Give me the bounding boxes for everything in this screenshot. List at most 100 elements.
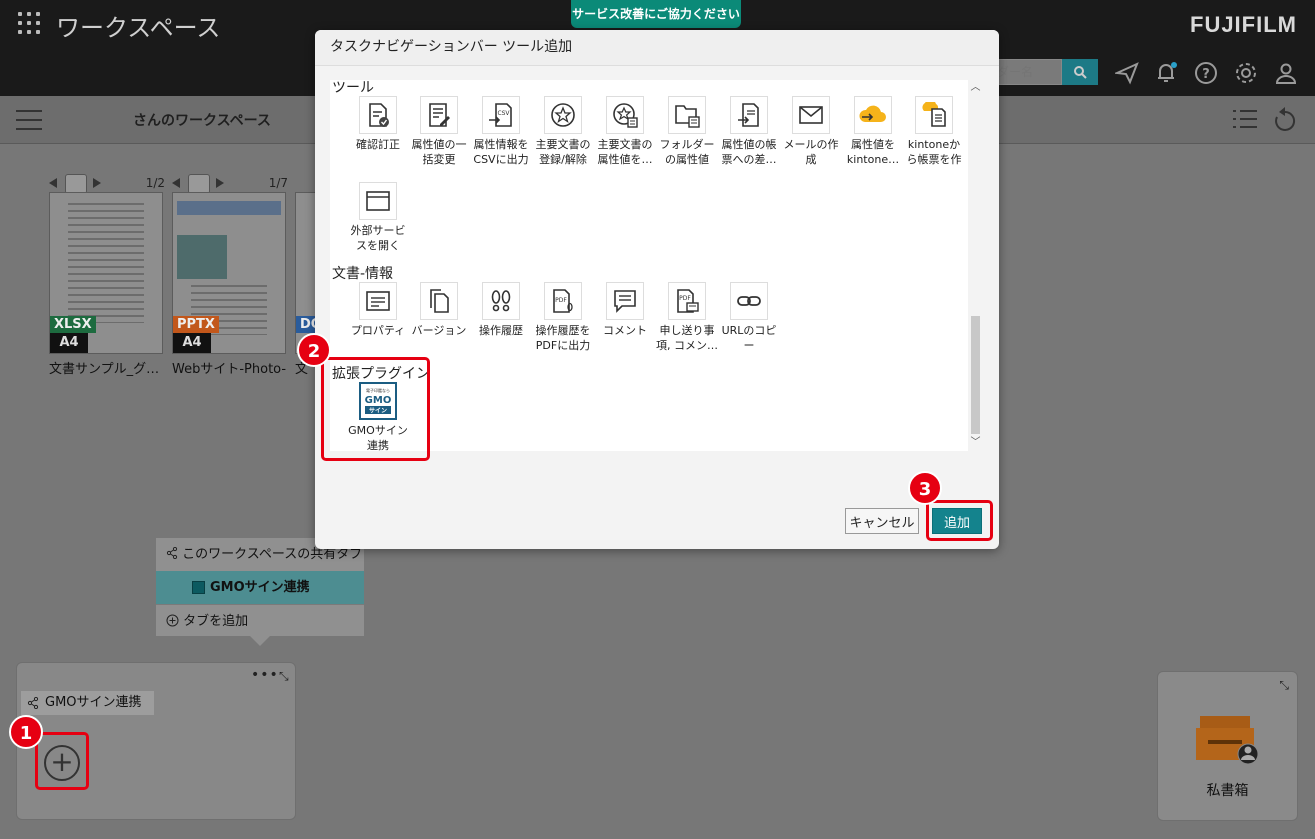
prev-page-icon[interactable] <box>49 178 57 188</box>
search-input[interactable] <box>991 60 1061 84</box>
share-icon <box>27 697 39 709</box>
document-name: 文書サンプル_グ… <box>49 362 160 377</box>
add-tab-button[interactable]: タブを追加 <box>156 604 364 637</box>
plus-circle-icon <box>166 614 179 627</box>
tray-tab[interactable]: GMOサイン連携 <box>21 691 154 715</box>
highlight-add-tool <box>35 732 89 790</box>
checkbox-icon[interactable] <box>192 581 205 594</box>
kintone-cloud-icon <box>859 105 886 122</box>
bell-icon[interactable] <box>1153 60 1179 86</box>
tool-item[interactable]: PDF 操作履歴をPDFに出力 <box>532 282 594 353</box>
svg-text:PDF: PDF <box>555 297 567 304</box>
star-doc-icon <box>613 103 638 128</box>
send-icon[interactable] <box>1114 60 1140 86</box>
tool-item[interactable]: 主要文書の属性値を… <box>594 96 656 167</box>
app-title: ワークスペース <box>56 14 221 42</box>
svg-text:CSV: CSV <box>497 110 510 117</box>
tool-list-scrollbar[interactable]: ︿ ﹀ <box>968 80 983 451</box>
cancel-button[interactable]: キャンセル <box>845 508 919 534</box>
shared-tabs-popup: このワークスペースの共有タブ GMOサイン連携 タブを追加 <box>155 537 365 646</box>
tool-item[interactable]: 操作履歴 <box>470 282 532 353</box>
form-insert-icon <box>738 103 759 127</box>
tool-item[interactable]: 主要文書の登録/解除 <box>532 96 594 167</box>
share-icon <box>166 546 178 560</box>
expand-icon[interactable]: ⤡ <box>279 669 289 684</box>
help-icon[interactable]: ? <box>1193 60 1219 86</box>
tool-item[interactable]: PDF 申し送り事項, コメン… <box>656 282 718 353</box>
document-thumbnail[interactable]: PPTX A4 <box>172 192 286 354</box>
link-icon <box>737 296 761 306</box>
document-card[interactable]: 1/2 XLSX A4 文書サンプル_グ… <box>49 174 165 377</box>
paper-size: A4 <box>50 333 88 353</box>
file-type-badge: XLSX <box>50 316 96 333</box>
document-name: Webサイト-Photo- <box>172 362 287 377</box>
menu-icon[interactable] <box>16 110 42 130</box>
tool-item[interactable]: コメント <box>594 282 656 353</box>
tool-item[interactable]: CSV 属性情報をCSVに出力 <box>470 96 532 167</box>
list-view-icon[interactable] <box>1232 108 1258 130</box>
workspace-name: さんのワークスペース <box>133 113 271 129</box>
page-indicator: 1/2 <box>145 176 165 190</box>
window-icon <box>366 191 390 211</box>
mailbox-icon <box>1196 716 1258 764</box>
tool-item[interactable]: バージョン <box>408 282 470 353</box>
scroll-thumb[interactable] <box>971 316 980 434</box>
user-icon[interactable] <box>1273 60 1299 86</box>
version-icon <box>430 289 449 313</box>
bulk-edit-icon <box>429 103 450 127</box>
tool-item[interactable]: フォルダーの属性値を… <box>656 96 718 167</box>
dialog-title: タスクナビゲーションバー ツール追加 <box>315 30 999 66</box>
expand-icon[interactable]: ⤡ <box>1279 678 1289 693</box>
clip-icon <box>65 174 87 194</box>
tool-item[interactable]: 外部サービスを開く <box>347 182 409 253</box>
step-marker: 1 <box>9 715 43 749</box>
next-page-icon[interactable] <box>216 178 224 188</box>
page-indicator: 1/7 <box>268 176 288 190</box>
tool-item[interactable]: プロパティ <box>347 282 409 353</box>
pdf-comment-icon: PDF <box>677 289 699 313</box>
step-marker: 2 <box>297 333 331 367</box>
check-doc-icon <box>369 103 389 127</box>
svg-text:PDF: PDF <box>679 295 691 302</box>
clip-icon <box>188 174 210 194</box>
tool-item[interactable]: メールの作成 <box>780 96 842 167</box>
document-card[interactable]: 1/7 PPTX A4 Webサイト-Photo- <box>172 174 288 377</box>
tool-item[interactable]: kintoneから帳票を作成 <box>903 96 965 167</box>
section-title: ツール <box>332 80 374 96</box>
scroll-up-icon[interactable]: ︿ <box>968 80 983 96</box>
next-page-icon[interactable] <box>93 178 101 188</box>
app-grid-icon[interactable] <box>18 12 40 34</box>
prev-page-icon[interactable] <box>172 178 180 188</box>
tool-item[interactable]: 属性値をkintone… <box>842 96 904 167</box>
svg-text:?: ? <box>1202 67 1210 82</box>
highlight-add-button <box>926 500 993 541</box>
tool-item[interactable]: 確認訂正 <box>347 96 409 167</box>
highlight-gmo-plugin <box>321 357 430 461</box>
mailbox-label: 私書箱 <box>1206 783 1249 799</box>
tool-item[interactable]: 属性値の一括変更 <box>408 96 470 167</box>
refresh-icon[interactable] <box>1274 106 1296 132</box>
gear-icon[interactable] <box>1233 60 1259 86</box>
section-title: 文書-情報 <box>332 266 394 282</box>
more-icon[interactable]: ••• <box>251 667 279 683</box>
search-button[interactable] <box>1062 59 1098 85</box>
mailbox-tray[interactable]: ⤡ 私書箱 <box>1157 671 1298 821</box>
scroll-down-icon[interactable]: ﹀ <box>968 435 983 451</box>
search-box[interactable] <box>990 59 1062 85</box>
paper-size: A4 <box>173 333 211 353</box>
tool-item[interactable]: URLのコピー <box>718 282 780 353</box>
csv-export-icon: CSV <box>489 103 512 127</box>
add-tool-dialog: タスクナビゲーションバー ツール追加 ツール 確認訂正 属性値の一括変更 CSV… <box>315 30 999 549</box>
file-type-badge: DO <box>296 316 317 333</box>
brand-logo: FUJIFILM <box>1190 12 1297 37</box>
document-thumbnail[interactable]: DO <box>295 192 317 354</box>
shared-tab-item[interactable]: GMOサイン連携 <box>156 571 364 604</box>
star-icon <box>551 103 575 127</box>
footprint-icon <box>491 290 511 312</box>
kintone-form-icon <box>922 102 946 127</box>
document-thumbnail[interactable]: XLSX A4 <box>49 192 163 354</box>
tool-item[interactable]: 属性値の帳票への差… <box>718 96 780 167</box>
mail-icon <box>799 106 823 124</box>
comment-icon <box>614 290 636 313</box>
survey-banner[interactable]: サービス改善にご協力ください <box>571 0 741 28</box>
